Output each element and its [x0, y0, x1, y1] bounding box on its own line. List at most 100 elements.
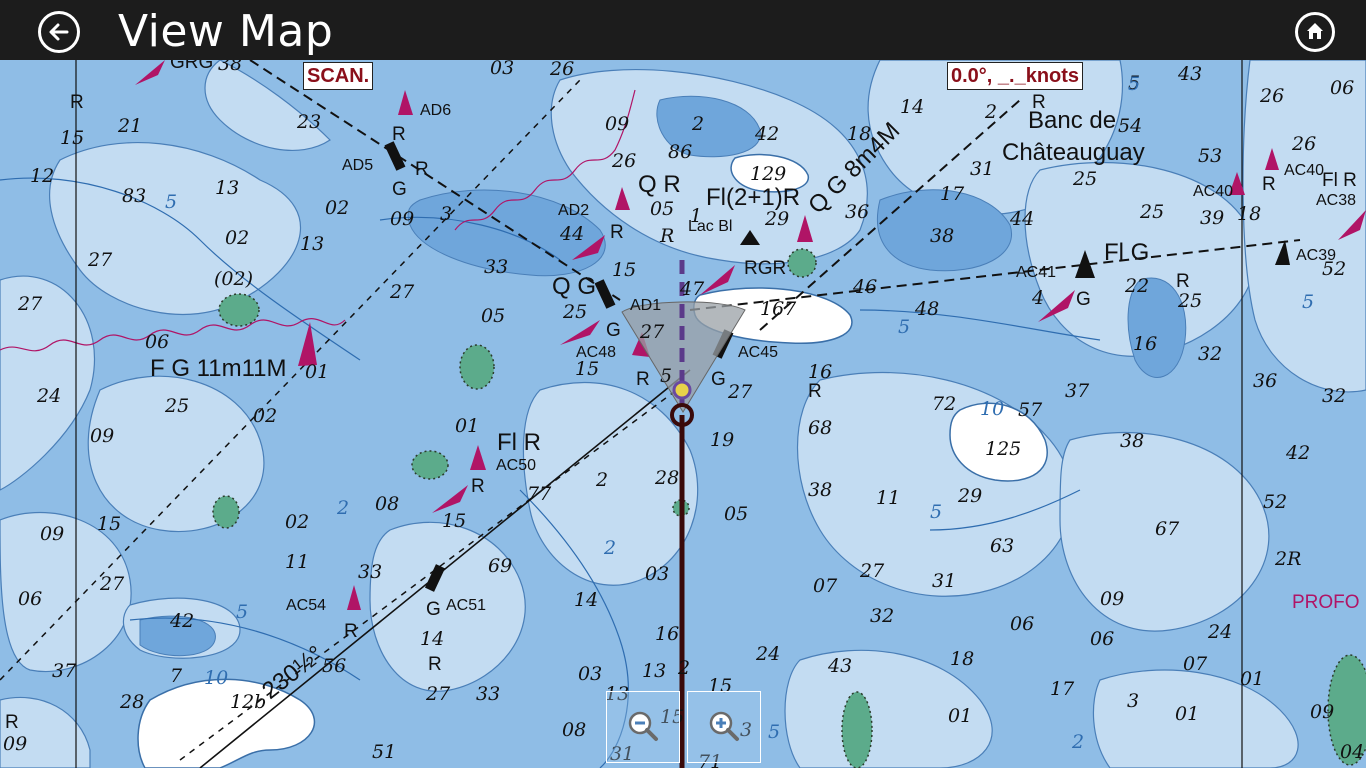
svg-text:38: 38: [930, 225, 954, 247]
svg-text:38: 38: [218, 60, 242, 75]
zoom-in-button[interactable]: [687, 691, 761, 763]
chart-canvas[interactable]: Banc de Châteauguay Q R Fl(2+1)R Q G 8m4…: [0, 60, 1366, 768]
svg-text:33: 33: [484, 256, 508, 278]
svg-text:R: R: [808, 381, 822, 402]
zoom-out-button[interactable]: [606, 691, 680, 763]
svg-text:17: 17: [940, 183, 965, 205]
svg-text:10: 10: [980, 398, 1004, 420]
zoom-in-icon: [709, 711, 739, 741]
svg-text:06: 06: [18, 588, 42, 610]
svg-text:51: 51: [372, 741, 396, 763]
chart-label-ad6: AD6: [420, 102, 451, 119]
svg-text:14: 14: [900, 96, 924, 118]
svg-text:05: 05: [481, 305, 505, 327]
svg-text:03: 03: [645, 563, 669, 585]
svg-text:83: 83: [122, 185, 146, 207]
svg-text:24: 24: [36, 385, 61, 407]
svg-text:3: 3: [440, 203, 452, 225]
chart-label-ad1: AD1: [630, 297, 661, 314]
svg-text:06: 06: [1010, 613, 1034, 635]
svg-text:63: 63: [990, 535, 1014, 557]
svg-text:42: 42: [754, 123, 779, 145]
svg-text:15: 15: [60, 127, 84, 149]
svg-text:26: 26: [1259, 85, 1284, 107]
svg-text:1: 1: [690, 205, 702, 227]
svg-text:22: 22: [1124, 275, 1149, 297]
svg-text:01: 01: [1240, 668, 1264, 690]
chart-label-ac50: AC50: [496, 457, 536, 474]
svg-text:32: 32: [870, 605, 894, 627]
svg-text:2: 2: [1071, 731, 1084, 753]
back-button[interactable]: [38, 11, 80, 53]
zoom-out-icon: [628, 711, 658, 741]
svg-text:16: 16: [655, 623, 679, 645]
svg-text:R: R: [1176, 271, 1190, 292]
svg-text:67: 67: [1155, 518, 1180, 540]
svg-text:43: 43: [1177, 63, 1202, 85]
svg-text:13: 13: [300, 233, 324, 255]
svg-text:19: 19: [710, 429, 734, 451]
svg-text:29: 29: [764, 208, 789, 230]
chart-label-flr: Fl R: [497, 429, 541, 456]
home-icon: [1307, 23, 1323, 39]
svg-text:5: 5: [1302, 291, 1314, 313]
svg-text:27: 27: [17, 293, 43, 315]
svg-text:09: 09: [90, 425, 114, 447]
svg-text:2: 2: [677, 657, 690, 679]
svg-text:R: R: [344, 621, 358, 642]
svg-text:2: 2: [336, 497, 349, 519]
svg-text:R: R: [392, 124, 406, 145]
svg-text:09: 09: [1310, 701, 1334, 723]
svg-text:5: 5: [165, 191, 177, 213]
home-button[interactable]: [1295, 12, 1335, 52]
svg-text:52: 52: [1322, 258, 1346, 280]
svg-text:54: 54: [1118, 115, 1142, 137]
svg-text:07: 07: [813, 575, 838, 597]
svg-text:14: 14: [574, 589, 598, 611]
svg-text:R: R: [636, 369, 650, 390]
svg-text:18: 18: [1237, 203, 1261, 225]
svg-text:G: G: [606, 320, 621, 341]
svg-text:G: G: [711, 369, 726, 390]
chart-label-rgr: RGR: [744, 258, 786, 279]
chart-label-fg11m11m: F G 11m11M: [150, 355, 286, 382]
svg-text:2: 2: [984, 101, 997, 123]
arrow-left-icon: [49, 23, 69, 41]
svg-text:R: R: [471, 476, 485, 497]
svg-text:08: 08: [375, 493, 399, 515]
chart-label-02: (02): [214, 268, 253, 290]
svg-text:21: 21: [117, 115, 142, 137]
svg-text:18: 18: [847, 123, 871, 145]
svg-text:26: 26: [549, 60, 574, 80]
svg-text:16: 16: [1133, 333, 1157, 355]
nautical-chart[interactable]: Banc de Châteauguay Q R Fl(2+1)R Q G 8m4…: [0, 60, 1366, 768]
svg-text:R: R: [610, 222, 624, 243]
chart-label-flg: Fl G: [1104, 239, 1149, 266]
svg-text:06: 06: [1090, 628, 1114, 650]
svg-text:25: 25: [1139, 201, 1164, 223]
svg-text:44: 44: [1009, 208, 1034, 230]
svg-text:4: 4: [1031, 287, 1044, 309]
chart-label-ad5: AD5: [342, 157, 373, 174]
svg-text:02: 02: [225, 227, 249, 249]
svg-text:12: 12: [30, 165, 54, 187]
svg-text:05: 05: [650, 198, 674, 220]
svg-text:11: 11: [876, 487, 900, 509]
svg-text:24: 24: [755, 643, 780, 665]
svg-text:48: 48: [914, 298, 939, 320]
svg-text:17: 17: [1050, 678, 1075, 700]
svg-text:33: 33: [476, 683, 500, 705]
chart-label-ac40b: AC40: [1284, 162, 1324, 179]
svg-text:25: 25: [164, 395, 189, 417]
chart-label-fl21r: Fl(2+1)R: [706, 184, 800, 211]
svg-text:G: G: [1076, 289, 1091, 310]
svg-text:R: R: [5, 712, 19, 733]
app-bar: View Map: [0, 0, 1366, 60]
svg-text:02: 02: [253, 405, 277, 427]
svg-text:72: 72: [932, 393, 956, 415]
svg-text:13: 13: [215, 177, 239, 199]
svg-text:R: R: [1262, 174, 1276, 195]
svg-text:11: 11: [285, 551, 309, 573]
svg-text:R: R: [70, 92, 84, 113]
svg-text:39: 39: [1200, 207, 1224, 229]
